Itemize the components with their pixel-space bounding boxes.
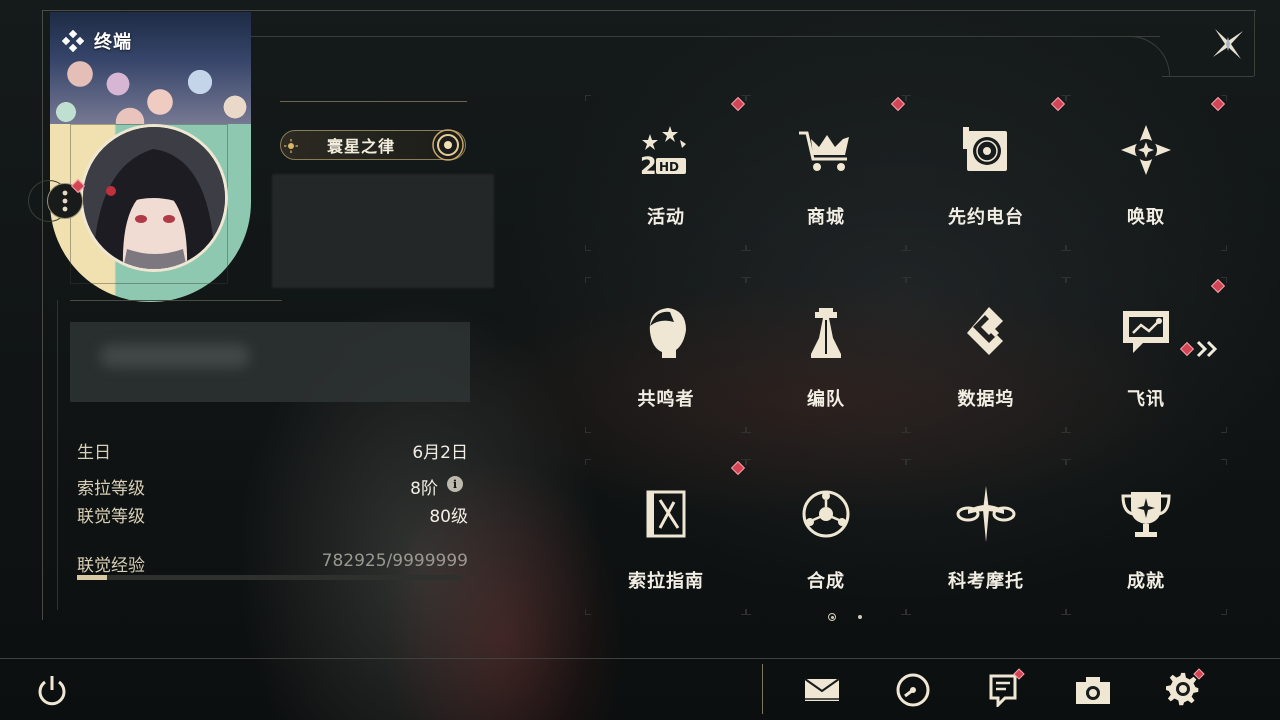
union-exp-label: 联觉经验 xyxy=(77,556,145,576)
shop-crown-cart-icon xyxy=(799,131,849,171)
union-exp-bar xyxy=(77,575,462,580)
info-icon[interactable]: i xyxy=(447,476,463,492)
frame-line-right xyxy=(1162,76,1254,77)
divider-line xyxy=(280,101,467,102)
pagination xyxy=(828,613,862,621)
tile-team[interactable]: 编队 xyxy=(745,277,907,433)
sola-level-label: 索拉等级 xyxy=(77,479,145,499)
bottom-bar-divider xyxy=(762,664,763,714)
tile-shop[interactable]: 商城 xyxy=(745,95,907,251)
settings-button[interactable] xyxy=(1163,668,1205,710)
orbit-emblem-icon xyxy=(432,129,464,161)
gear-icon xyxy=(1166,672,1199,706)
close-icon xyxy=(1213,29,1243,59)
sola-level-value: 8阶 xyxy=(410,479,438,499)
photo-button[interactable] xyxy=(1073,670,1113,710)
resonator-profile-icon xyxy=(649,308,686,358)
tile-databank[interactable]: 数据坞 xyxy=(905,277,1067,433)
frame-line-left-inner xyxy=(57,300,58,610)
event-2hd-icon: 2 HD xyxy=(640,126,686,178)
bottom-bar-line xyxy=(0,658,1280,659)
tile-resonators[interactable]: 共鸣者 xyxy=(585,277,747,433)
frame-line-left xyxy=(42,10,43,620)
tile-guidebook[interactable]: 索拉指南 xyxy=(585,459,747,615)
tile-radio[interactable]: 先约电台 xyxy=(905,95,1067,251)
union-level-label: 联觉等级 xyxy=(77,507,145,527)
tile-event[interactable]: 2 HD 活动 xyxy=(585,95,747,251)
terminal-header: 终端 xyxy=(62,28,132,54)
team-chess-icon xyxy=(811,308,841,358)
page-dot-active[interactable] xyxy=(828,613,836,621)
tile-convene-label: 唤取 xyxy=(1127,207,1165,228)
power-icon xyxy=(38,676,66,706)
alert-dot xyxy=(1179,341,1195,357)
tile-synthesis[interactable]: 合成 xyxy=(745,459,907,615)
frame-line-right-vertical xyxy=(1254,10,1255,76)
radio-vinyl-icon xyxy=(963,127,1007,171)
camera-icon xyxy=(1076,677,1110,704)
tile-shop-label: 商城 xyxy=(807,207,845,228)
data-bank-icon xyxy=(967,307,1003,355)
birthday-value: 6月2日 xyxy=(412,443,468,463)
birthday-label: 生日 xyxy=(77,443,111,463)
double-chevron-right-icon xyxy=(1196,340,1218,358)
message-bubble-icon xyxy=(1123,311,1169,353)
tile-guidebook-label: 索拉指南 xyxy=(628,571,704,592)
guidebook-icon xyxy=(646,490,686,538)
synthesis-icon xyxy=(802,490,850,538)
close-button[interactable] xyxy=(1206,22,1250,66)
convene-star-icon xyxy=(1121,125,1171,175)
frame-line-inner xyxy=(250,36,1160,37)
union-exp-value: 782925/9999999 xyxy=(321,551,468,571)
tile-convene[interactable]: 唤取 xyxy=(1065,95,1227,251)
clock-icon xyxy=(896,673,930,707)
mail-icon xyxy=(804,678,840,701)
power-button[interactable] xyxy=(32,670,72,710)
union-exp-bar-fill xyxy=(77,575,108,580)
sun-emblem-icon xyxy=(284,139,298,153)
notice-button[interactable] xyxy=(983,668,1025,710)
tile-achievements[interactable]: 成就 xyxy=(1065,459,1227,615)
more-vertical-icon xyxy=(62,190,68,212)
page-dot[interactable] xyxy=(858,615,862,619)
title-badge-label: 寰星之律 xyxy=(327,137,396,156)
union-level-value: 80级 xyxy=(429,507,468,527)
motorbike-icon xyxy=(956,486,1016,542)
tile-databank-label: 数据坞 xyxy=(957,389,1015,410)
avatar[interactable] xyxy=(80,124,228,272)
tile-synthesis-label: 合成 xyxy=(807,571,845,592)
hidden-info-panel xyxy=(272,174,494,288)
diamond-menu-icon xyxy=(62,30,84,52)
tile-motorbike[interactable]: 科考摩托 xyxy=(905,459,1067,615)
tile-team-label: 编队 xyxy=(807,389,845,410)
hidden-signature-panel xyxy=(70,322,470,402)
tile-messages-label: 飞讯 xyxy=(1127,389,1165,410)
svg-text:HD: HD xyxy=(659,160,679,174)
tile-event-label: 活动 xyxy=(647,207,685,228)
next-page-button[interactable] xyxy=(1179,340,1220,358)
tile-radio-label: 先约电台 xyxy=(948,207,1024,228)
trophy-icon xyxy=(1121,492,1171,537)
svg-text:2: 2 xyxy=(640,152,657,178)
terminal-title: 终端 xyxy=(94,32,132,53)
mail-button[interactable] xyxy=(802,670,842,710)
events-button[interactable] xyxy=(893,670,933,710)
frame-line-top xyxy=(42,10,1256,11)
tile-resonators-label: 共鸣者 xyxy=(637,389,695,410)
notice-board-icon xyxy=(989,674,1017,707)
tile-achievements-label: 成就 xyxy=(1127,571,1165,592)
divider-line xyxy=(70,300,282,301)
tile-motorbike-label: 科考摩托 xyxy=(948,571,1024,592)
avatar-portrait-art xyxy=(83,127,225,269)
